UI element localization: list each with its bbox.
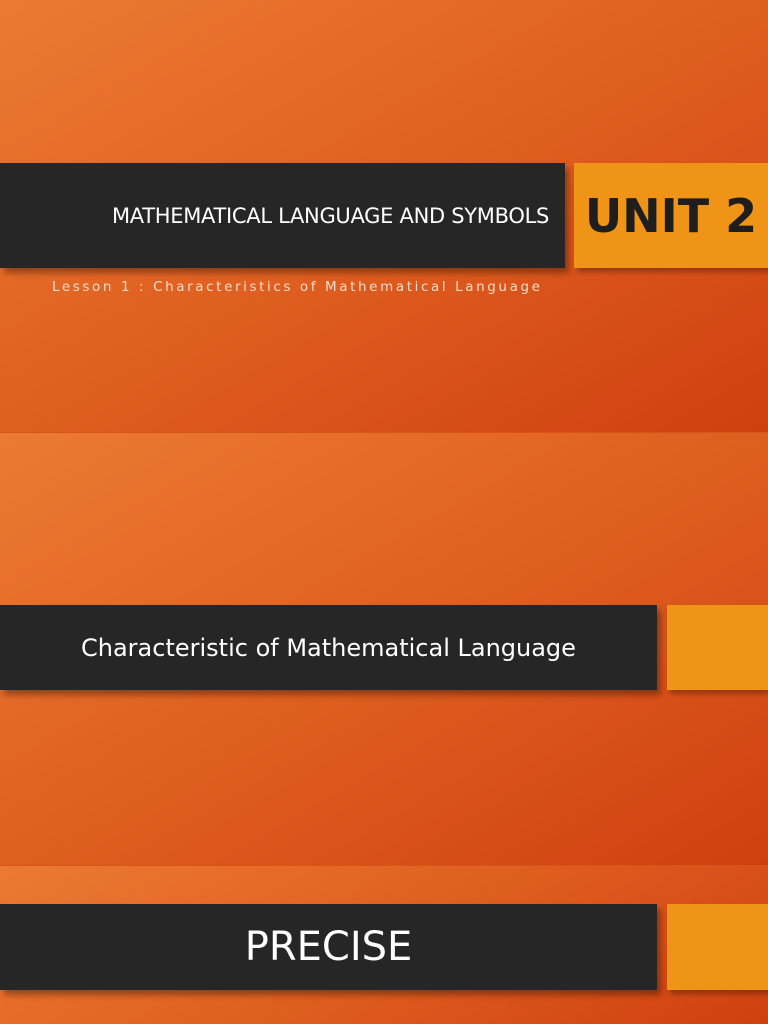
section-title: Characteristic of Mathematical Language (81, 633, 576, 662)
precise-title: PRECISE (244, 924, 413, 970)
title-bar: MATHEMATICAL LANGUAGE AND SYMBOLS (0, 163, 565, 268)
accent-box (667, 904, 768, 990)
slide-title[interactable]: MATHEMATICAL LANGUAGE AND SYMBOLS UNIT 2… (0, 0, 768, 432)
slide-section[interactable]: Characteristic of Mathematical Language (0, 433, 768, 865)
unit-label: UNIT 2 (584, 188, 758, 243)
lesson-subtitle: Lesson 1 : Characteristics of Mathematic… (52, 279, 543, 295)
slide-title-text: MATHEMATICAL LANGUAGE AND SYMBOLS (111, 203, 549, 228)
precise-bar: PRECISE (0, 904, 657, 990)
section-bar: Characteristic of Mathematical Language (0, 605, 657, 690)
unit-badge: UNIT 2 (574, 163, 768, 268)
accent-box (667, 605, 768, 690)
slide-precise[interactable]: PRECISE (0, 866, 768, 1024)
